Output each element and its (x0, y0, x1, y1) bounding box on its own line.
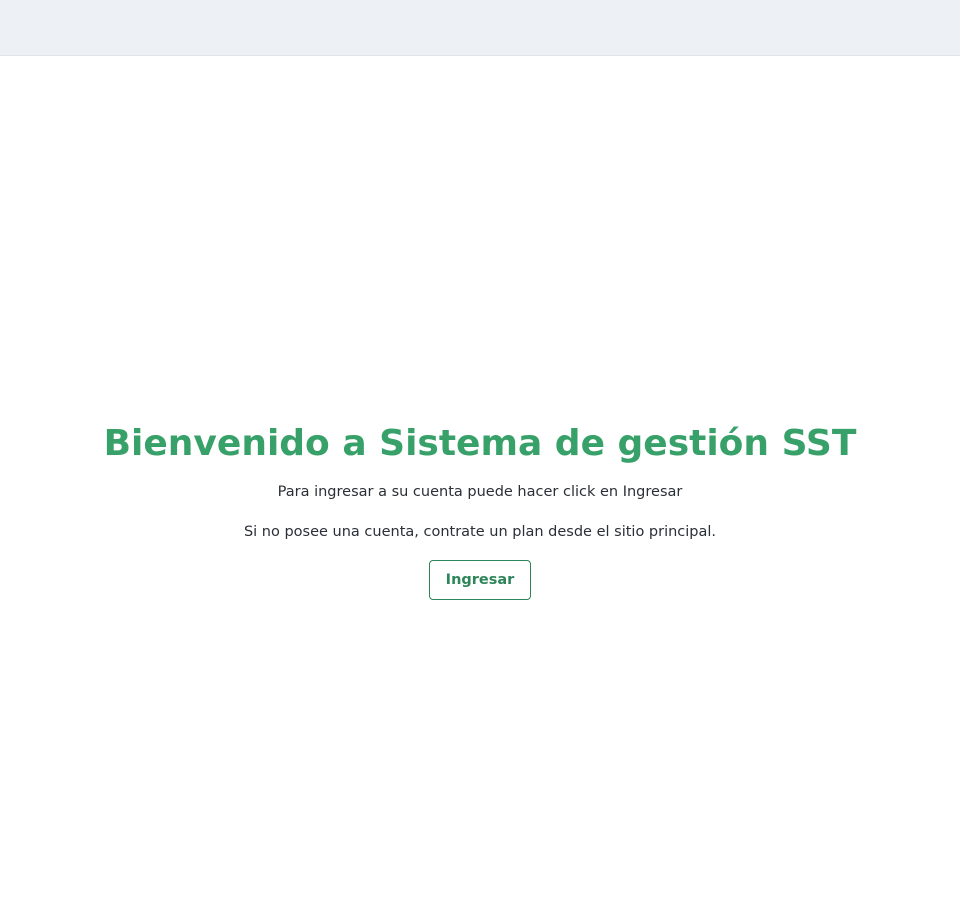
no-account-text: Si no posee una cuenta, contrate un plan… (243, 524, 717, 540)
top-navbar (0, 0, 960, 56)
login-button[interactable]: Ingresar (428, 560, 532, 600)
welcome-section: Bienvenido a Sistema de gestión SST Para… (0, 418, 960, 600)
login-instruction-text: Para ingresar a su cuenta puede hacer cl… (277, 484, 683, 500)
page-title: Bienvenido a Sistema de gestión SST (103, 423, 857, 464)
